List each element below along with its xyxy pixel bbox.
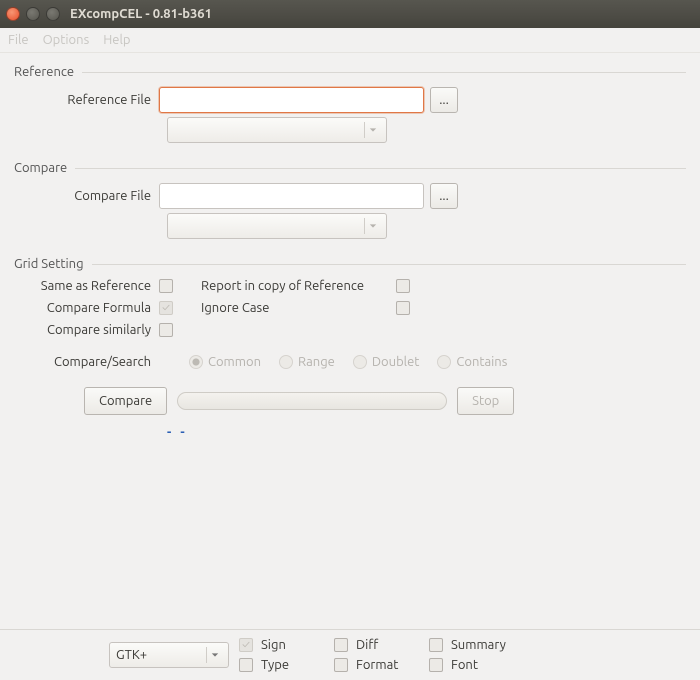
radio-doublet-label: Doublet [372,355,420,369]
radio-range-label: Range [298,355,335,369]
type-label: Type [261,658,289,672]
menu-help[interactable]: Help [103,33,130,47]
radio-range[interactable] [279,355,293,369]
diff-label: Diff [356,638,378,652]
compare-formula-label: Compare Formula [14,301,159,315]
window-close-button[interactable] [6,7,20,21]
summary-label: Summary [451,638,506,652]
chevron-down-icon [206,647,222,663]
font-checkbox[interactable] [429,658,443,672]
reference-file-input[interactable] [159,87,424,113]
compare-formula-checkbox[interactable] [159,301,173,315]
stop-button[interactable]: Stop [457,387,514,415]
compare-button-label: Compare [99,394,152,408]
reference-sheet-combo[interactable] [167,117,387,143]
compare-legend: Compare [14,161,67,175]
format-label: Format [356,658,398,672]
compare-search-label: Compare/Search [14,355,159,369]
progress-bar [177,392,447,410]
footer-bar: GTK+ Sign Diff Summary Type Format Font [0,629,700,680]
report-copy-checkbox[interactable] [396,279,410,293]
format-checkbox[interactable] [334,658,348,672]
separator [75,168,686,169]
diff-checkbox[interactable] [334,638,348,652]
chevron-down-icon [364,122,380,138]
ignore-case-label: Ignore Case [201,301,396,315]
menu-bar: File Options Help [0,28,700,53]
compare-similarly-checkbox[interactable] [159,323,173,337]
menu-file[interactable]: File [8,33,29,47]
type-checkbox[interactable] [239,658,253,672]
ellipsis-icon: ... [439,93,449,107]
compare-file-label: Compare File [14,189,159,203]
window-title: EXcompCEL - 0.81-b361 [70,7,212,21]
compare-similarly-label: Compare similarly [14,323,159,337]
reference-browse-button[interactable]: ... [430,87,458,113]
theme-combo[interactable]: GTK+ [109,642,229,668]
same-as-reference-checkbox[interactable] [159,279,173,293]
radio-common[interactable] [189,355,203,369]
separator [92,264,686,265]
window-maximize-button[interactable] [46,7,60,21]
grid-setting-group: Grid Setting Same as Reference Report in… [14,253,686,439]
ignore-case-checkbox[interactable] [396,301,410,315]
summary-checkbox[interactable] [429,638,443,652]
menu-options[interactable]: Options [43,33,90,47]
stop-button-label: Stop [472,394,499,408]
separator [82,72,686,73]
compare-group: Compare Compare File ... [14,157,686,243]
font-label: Font [451,658,478,672]
reference-file-label: Reference File [14,93,159,107]
reference-group: Reference Reference File ... [14,61,686,147]
compare-browse-button[interactable]: ... [430,183,458,209]
chevron-down-icon [364,218,380,234]
window-minimize-button[interactable] [26,7,40,21]
title-bar: EXcompCEL - 0.81-b361 [0,0,700,28]
radio-doublet[interactable] [353,355,367,369]
report-copy-label: Report in copy of Reference [201,279,396,293]
result-link-placeholder: - - [167,425,188,439]
theme-combo-value: GTK+ [116,648,147,662]
ellipsis-icon: ... [439,189,449,203]
grid-setting-legend: Grid Setting [14,257,84,271]
radio-contains[interactable] [437,355,451,369]
compare-sheet-combo[interactable] [167,213,387,239]
sign-label: Sign [261,638,286,652]
sign-checkbox[interactable] [239,638,253,652]
radio-common-label: Common [208,355,261,369]
radio-contains-label: Contains [456,355,507,369]
reference-legend: Reference [14,65,74,79]
same-as-reference-label: Same as Reference [14,279,159,293]
compare-button[interactable]: Compare [84,387,167,415]
compare-file-input[interactable] [159,183,424,209]
